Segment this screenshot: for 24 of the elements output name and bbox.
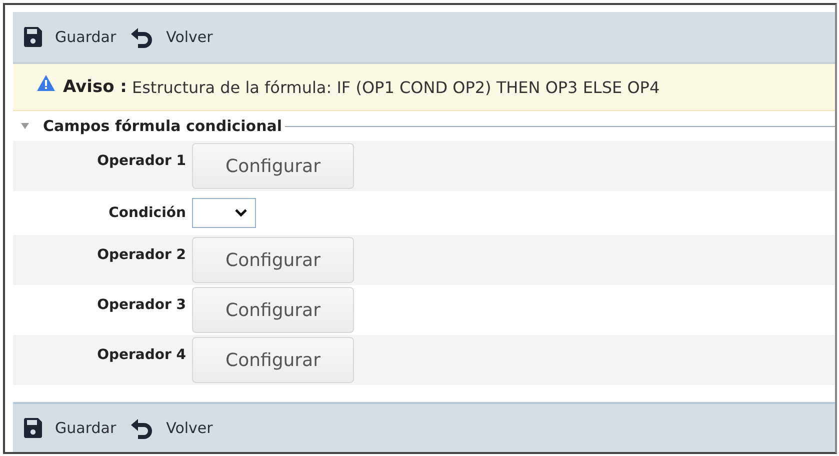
collapse-triangle-icon[interactable] [21, 123, 29, 129]
undo-arrow-icon [130, 26, 154, 48]
save-icon [23, 417, 43, 439]
configure-button[interactable]: Configurar [192, 287, 354, 333]
configure-button[interactable]: Configurar [192, 337, 354, 383]
configure-button[interactable]: Configurar [192, 237, 354, 283]
warning-icon [37, 75, 55, 91]
section-title: Campos fórmula condicional [43, 117, 282, 135]
field-label: Operador 3 [97, 297, 186, 315]
field-label: Operador 4 [97, 347, 186, 365]
field-label: Condición [108, 205, 186, 221]
save-icon [23, 26, 43, 48]
notice-label: Aviso : [63, 77, 127, 97]
back-button[interactable]: Volver [130, 26, 213, 48]
save-button[interactable]: Guardar [23, 26, 116, 48]
notice-text: Estructura de la fórmula: IF (OP1 COND OP2) THEN OP3 ELSE OP4 [132, 78, 660, 96]
back-button[interactable]: Volver [130, 417, 213, 439]
save-button[interactable]: Guardar [23, 417, 116, 439]
undo-arrow-icon [130, 417, 154, 439]
field-label: Operador 2 [97, 247, 186, 265]
field-label: Operador 1 [97, 153, 186, 171]
configure-button[interactable]: Configurar [192, 143, 354, 189]
condition-select[interactable] [192, 198, 256, 228]
chevron-down-icon [235, 209, 247, 217]
